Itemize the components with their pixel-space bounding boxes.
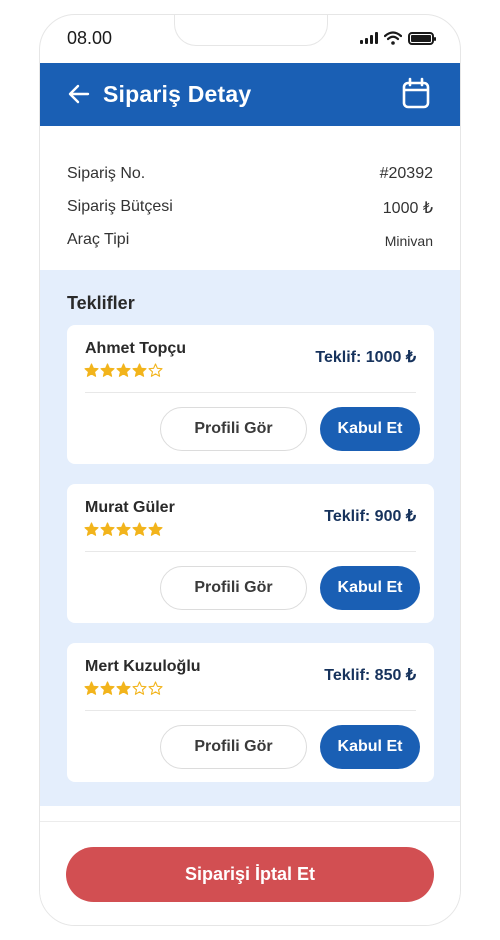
summary-label: Sipariş Bütçesi xyxy=(67,198,173,215)
accept-offer-button[interactable]: Kabul Et xyxy=(320,566,420,610)
offers-section: Teklifler Ahmet Topçu Teklif: 1000 ₺ Pro… xyxy=(40,270,460,806)
bottom-action-bar: Siparişi İptal Et xyxy=(40,821,460,925)
offerer-name: Mert Kuzuloğlu xyxy=(85,658,201,675)
star-filled-icon xyxy=(132,363,147,377)
offerer-name: Murat Güler xyxy=(85,499,175,516)
phone-notch xyxy=(174,15,328,46)
divider xyxy=(85,551,416,552)
offer-price: Teklif: 850 ₺ xyxy=(324,667,416,684)
star-filled-icon xyxy=(84,681,99,695)
view-profile-button[interactable]: Profili Gör xyxy=(160,725,307,769)
summary-row-budget: Sipariş Bütçesi 1000 ₺ xyxy=(67,198,433,220)
page-title: Sipariş Detay xyxy=(103,81,252,107)
star-filled-icon xyxy=(148,522,163,536)
star-filled-icon xyxy=(84,522,99,536)
cancel-order-button[interactable]: Siparişi İptal Et xyxy=(66,847,434,902)
star-filled-icon xyxy=(100,363,115,377)
star-empty-icon xyxy=(132,681,147,695)
star-filled-icon xyxy=(100,522,115,536)
order-summary: Sipariş No. #20392 Sipariş Bütçesi 1000 … xyxy=(40,126,460,270)
star-filled-icon xyxy=(84,363,99,377)
status-time: 08.00 xyxy=(67,28,113,48)
star-filled-icon xyxy=(132,522,147,536)
offer-price: Teklif: 900 ₺ xyxy=(324,508,416,525)
offer-price: Teklif: 1000 ₺ xyxy=(315,349,416,366)
star-filled-icon xyxy=(116,522,131,536)
app-bar: Sipariş Detay xyxy=(40,63,460,126)
summary-row-vehicle-type: Araç Tipi Minivan xyxy=(67,231,433,253)
divider xyxy=(85,710,416,711)
rating-stars xyxy=(84,681,163,696)
view-profile-button[interactable]: Profili Gör xyxy=(160,566,307,610)
summary-value: Minivan xyxy=(384,233,433,249)
phone-frame: 08.00 Sipariş Detay Sipariş No. #20392 S… xyxy=(39,14,461,926)
wifi-icon xyxy=(384,31,402,45)
offer-card: Murat Güler Teklif: 900 ₺ Profili Gör Ka… xyxy=(67,484,434,623)
summary-label: Sipariş No. xyxy=(67,165,146,182)
signal-icon xyxy=(360,32,378,44)
summary-label: Araç Tipi xyxy=(67,231,130,248)
view-profile-button[interactable]: Profili Gör xyxy=(160,407,307,451)
offer-card: Mert Kuzuloğlu Teklif: 850 ₺ Profili Gör… xyxy=(67,643,434,782)
divider xyxy=(85,392,416,393)
status-icons xyxy=(360,31,436,45)
star-filled-icon xyxy=(116,681,131,695)
summary-value: #20392 xyxy=(379,165,433,182)
offer-card: Ahmet Topçu Teklif: 1000 ₺ Profili Gör K… xyxy=(67,325,434,464)
calendar-icon[interactable] xyxy=(402,77,430,109)
star-empty-icon xyxy=(148,681,163,695)
battery-icon xyxy=(408,31,436,45)
offerer-name: Ahmet Topçu xyxy=(85,340,187,357)
star-filled-icon xyxy=(116,363,131,377)
star-filled-icon xyxy=(100,681,115,695)
accept-offer-button[interactable]: Kabul Et xyxy=(320,407,420,451)
rating-stars xyxy=(84,522,163,537)
summary-value: 1000 ₺ xyxy=(382,200,433,217)
star-empty-icon xyxy=(148,363,163,377)
offers-title: Teklifler xyxy=(67,293,135,313)
arrow-left-icon[interactable] xyxy=(68,84,90,104)
summary-row-order-no: Sipariş No. #20392 xyxy=(67,165,433,187)
rating-stars xyxy=(84,363,163,378)
accept-offer-button[interactable]: Kabul Et xyxy=(320,725,420,769)
